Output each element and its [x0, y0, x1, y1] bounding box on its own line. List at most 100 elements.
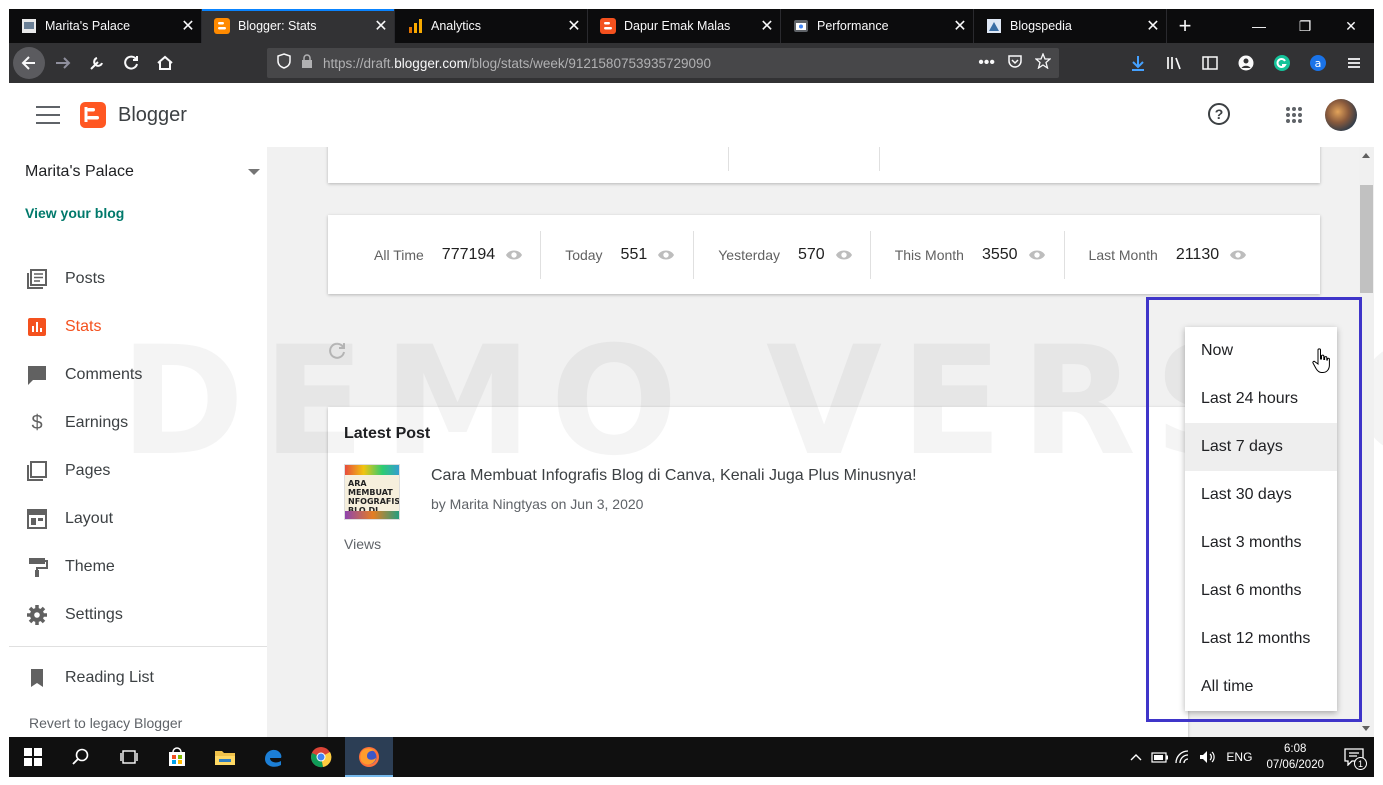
tab-title: Blogger: Stats — [238, 19, 317, 33]
wifi-icon[interactable] — [1172, 737, 1196, 777]
wrench-icon[interactable] — [81, 47, 113, 79]
sidebar-item-label: Posts — [65, 270, 106, 287]
close-window-icon[interactable]: ✕ — [1328, 9, 1374, 43]
menu-item-last-7-days[interactable]: Last 7 days — [1185, 423, 1337, 471]
chevron-up-icon[interactable] — [1124, 737, 1148, 777]
hamburger-menu-icon[interactable] — [36, 106, 60, 124]
eye-icon — [506, 250, 523, 259]
sidebar-divider — [9, 646, 267, 647]
view-blog-link[interactable]: View your blog — [25, 205, 124, 221]
blogger-favicon-icon — [600, 18, 616, 34]
minimize-icon[interactable]: — — [1236, 9, 1282, 43]
sidebar-item-layout[interactable]: Layout — [9, 501, 267, 537]
stat-value: 551 — [620, 245, 648, 263]
clock[interactable]: 6:08 07/06/2020 — [1266, 741, 1324, 773]
browser-tab-strip: Marita's Palace ✕ Blogger: Stats ✕ Analy… — [9, 9, 1374, 43]
tab-performance[interactable]: Performance ✕ — [781, 9, 974, 43]
sidebar-toggle-icon[interactable] — [1194, 47, 1226, 79]
windows-taskbar: ENG 6:08 07/06/2020 1 — [9, 737, 1374, 777]
task-view-icon[interactable] — [105, 737, 153, 777]
windows-start-icon[interactable] — [9, 737, 57, 777]
shield-icon[interactable] — [277, 52, 291, 74]
scroll-down-icon[interactable] — [1362, 726, 1370, 731]
stat-all-time: All Time 777194 — [328, 231, 540, 279]
tab-blogger-stats[interactable]: Blogger: Stats ✕ — [202, 9, 395, 43]
new-tab-button[interactable]: + — [1167, 9, 1203, 43]
battery-icon[interactable] — [1148, 737, 1172, 777]
sidebar-item-reading-list[interactable]: Reading List — [9, 660, 267, 696]
google-apps-icon[interactable] — [1286, 107, 1302, 123]
close-tab-icon[interactable]: ✕ — [368, 13, 394, 39]
sidebar-item-theme[interactable]: Theme — [9, 549, 267, 585]
close-tab-icon[interactable]: ✕ — [561, 13, 587, 39]
tab-analytics[interactable]: Analytics ✕ — [395, 9, 588, 43]
bookmark-star-icon[interactable] — [1034, 51, 1052, 74]
file-explorer-icon[interactable] — [201, 737, 249, 777]
home-icon[interactable] — [149, 47, 181, 79]
menu-item-last-3-months[interactable]: Last 3 months — [1185, 519, 1337, 567]
blog-selector[interactable]: Marita's Palace — [25, 163, 134, 181]
menu-item-last-30-days[interactable]: Last 30 days — [1185, 471, 1337, 519]
scrollbar-thumb[interactable] — [1360, 185, 1373, 293]
close-tab-icon[interactable]: ✕ — [947, 13, 973, 39]
avatar[interactable] — [1325, 99, 1357, 131]
menu-item-all-time[interactable]: All time — [1185, 663, 1337, 711]
lock-icon[interactable] — [301, 53, 313, 73]
revert-legacy-link[interactable]: Revert to legacy Blogger — [29, 715, 182, 731]
clock-date: 07/06/2020 — [1266, 759, 1324, 771]
app-menu-icon[interactable] — [1338, 47, 1370, 79]
sidebar-item-settings[interactable]: Settings — [9, 597, 267, 633]
maximize-icon[interactable]: ❐ — [1282, 9, 1328, 43]
reload-icon[interactable] — [115, 47, 147, 79]
url-bar[interactable]: https://draft.blogger.com/blog/stats/wee… — [267, 48, 1059, 78]
sidebar-item-label: Stats — [65, 318, 102, 335]
library-icon[interactable] — [1158, 47, 1190, 79]
extension-a-icon[interactable]: a — [1302, 47, 1334, 79]
bookmark-icon — [26, 667, 48, 689]
close-tab-icon[interactable]: ✕ — [1140, 13, 1166, 39]
blog-favicon-icon — [21, 18, 37, 34]
app-title[interactable]: Blogger — [118, 104, 187, 127]
volume-icon[interactable] — [1196, 737, 1220, 777]
eye-icon — [1230, 250, 1247, 259]
pocket-icon[interactable] — [1007, 53, 1023, 74]
page-actions-icon[interactable]: ••• — [978, 54, 995, 72]
input-language[interactable]: ENG — [1220, 737, 1258, 777]
post-meta: by Marita Ningtyas on Jun 3, 2020 — [431, 496, 644, 512]
stat-label: This Month — [894, 246, 964, 263]
chrome-icon[interactable] — [297, 737, 345, 777]
tab-title: Marita's Palace — [45, 19, 131, 33]
stat-label: Yesterday — [718, 246, 780, 263]
browser-toolbar: https://draft.blogger.com/blog/stats/wee… — [9, 43, 1374, 83]
sidebar-item-posts[interactable]: Posts — [9, 261, 267, 297]
tab-dapur-emak-malas[interactable]: Dapur Emak Malas ✕ — [588, 9, 781, 43]
notification-icon[interactable]: 1 — [1334, 737, 1374, 777]
firefox-icon[interactable] — [345, 737, 393, 777]
forward-button[interactable] — [47, 47, 79, 79]
url-text: https://draft.blogger.com/blog/stats/wee… — [323, 55, 712, 71]
help-icon[interactable]: ? — [1208, 103, 1230, 125]
close-tab-icon[interactable]: ✕ — [754, 13, 780, 39]
edge-browser-icon[interactable] — [249, 737, 297, 777]
tab-maritas-palace[interactable]: Marita's Palace ✕ — [9, 9, 202, 43]
back-button[interactable] — [13, 47, 45, 79]
stat-yesterday: Yesterday 570 — [694, 231, 869, 279]
sidebar-item-label: Reading List — [65, 669, 154, 686]
chevron-down-icon[interactable] — [248, 169, 260, 175]
download-icon[interactable] — [1122, 47, 1154, 79]
tab-blogspedia[interactable]: Blogspedia ✕ — [974, 9, 1167, 43]
menu-item-last-24-hours[interactable]: Last 24 hours — [1185, 375, 1337, 423]
menu-item-last-12-months[interactable]: Last 12 months — [1185, 615, 1337, 663]
stat-value: 777194 — [441, 245, 496, 263]
account-icon[interactable] — [1230, 47, 1262, 79]
blogger-header: Blogger ? — [9, 83, 1374, 147]
close-tab-icon[interactable]: ✕ — [175, 13, 201, 39]
menu-item-last-6-months[interactable]: Last 6 months — [1185, 567, 1337, 615]
eye-icon — [835, 250, 852, 259]
grammarly-icon[interactable] — [1266, 47, 1298, 79]
scroll-up-icon[interactable] — [1362, 153, 1370, 158]
store-icon[interactable] — [153, 737, 201, 777]
theme-icon — [26, 556, 48, 578]
search-icon[interactable] — [57, 737, 105, 777]
clock-time: 6:08 — [1284, 743, 1307, 755]
